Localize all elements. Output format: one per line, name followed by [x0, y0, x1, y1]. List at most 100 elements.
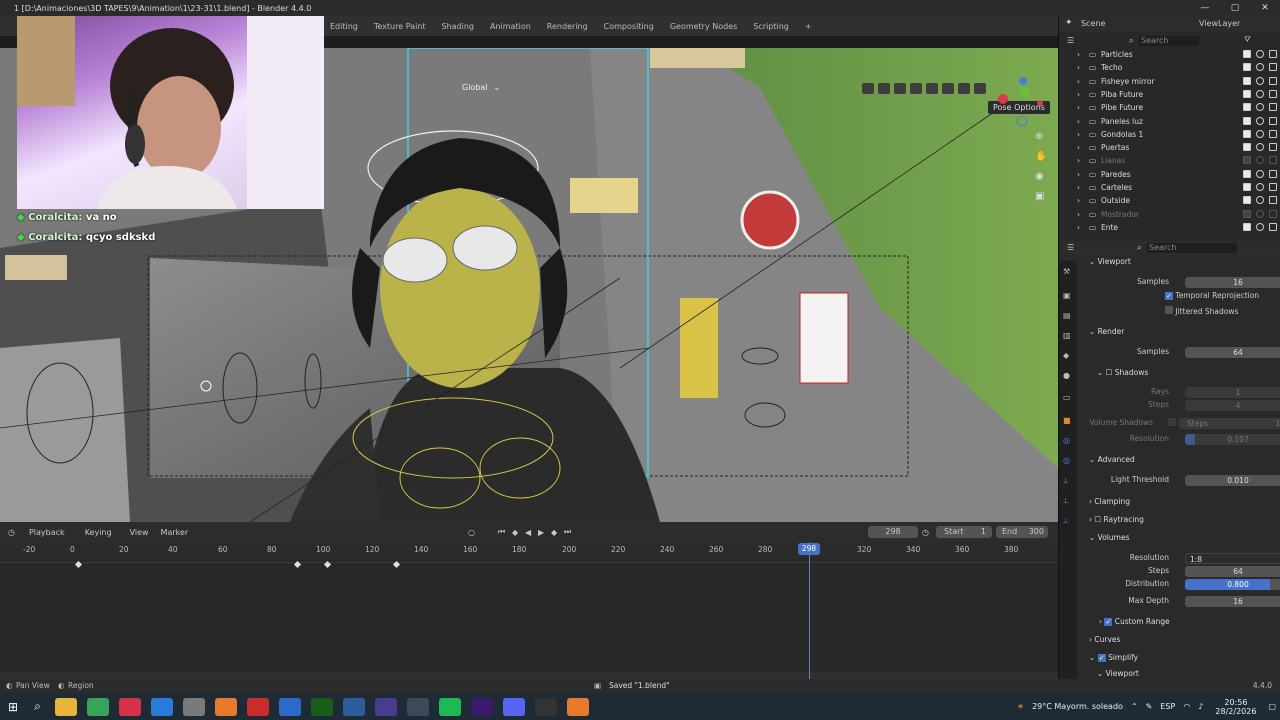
pen-icon[interactable]: ✎ — [1146, 702, 1153, 711]
solid-shading-icon[interactable] — [942, 83, 954, 94]
photos-icon[interactable] — [278, 697, 301, 716]
expand-arrow-icon[interactable]: › — [1077, 103, 1080, 112]
play-reverse-icon[interactable]: ◀ — [525, 528, 531, 537]
outliner-item[interactable]: › ▭ Pibe Future — [1059, 101, 1280, 114]
resolution-field[interactable]: 0.107 — [1185, 434, 1280, 445]
vscode-icon[interactable] — [342, 697, 365, 716]
start-frame-field[interactable]: Start 1 — [936, 526, 992, 538]
wifi-icon[interactable]: ◠ — [1183, 702, 1190, 711]
eye-icon[interactable] — [1256, 222, 1264, 231]
outliner-item[interactable]: › ▭ Paredes — [1059, 168, 1280, 181]
volumes-section-header[interactable]: ⌄ Volumes — [1089, 533, 1129, 542]
play-icon[interactable]: ▶ — [538, 528, 544, 537]
filter-icon[interactable]: ⛛ — [1244, 35, 1251, 45]
checkbox-checked-icon[interactable] — [1243, 129, 1251, 138]
viewport-samples-field[interactable]: 16 — [1185, 277, 1280, 288]
close-icon[interactable]: ✕ — [1250, 0, 1280, 16]
material-shading-icon[interactable] — [958, 83, 970, 94]
simplify-section-header[interactable]: ⌄ ✓ Simplify — [1089, 653, 1138, 662]
file-explorer-icon[interactable] — [54, 697, 77, 716]
max-depth-field[interactable]: 16 — [1185, 596, 1280, 607]
expand-arrow-icon[interactable]: › — [1077, 50, 1080, 59]
marker-menu[interactable]: Marker — [161, 528, 189, 537]
checkbox-checked-icon[interactable] — [1243, 183, 1251, 191]
expand-arrow-icon[interactable]: › — [1077, 63, 1080, 72]
outliner-item[interactable]: › ▭ Puertas — [1059, 141, 1280, 154]
minimize-icon[interactable]: — — [1190, 0, 1220, 16]
render-icon[interactable]: ▣ — [1063, 291, 1073, 301]
checkbox-checked-icon[interactable] — [1243, 50, 1251, 58]
outliner-item[interactable]: › ▭ Outside — [1059, 194, 1280, 207]
end-frame-field[interactable]: End 300 — [996, 526, 1048, 538]
gizmo-icon[interactable] — [878, 83, 890, 94]
search-icon[interactable]: ⌕ — [34, 699, 41, 714]
camera-icon[interactable] — [1269, 222, 1277, 231]
expand-arrow-icon[interactable]: › — [1077, 117, 1080, 126]
scene-icon[interactable]: ◆ — [1063, 351, 1073, 361]
eye-icon[interactable] — [1256, 143, 1264, 152]
world-icon[interactable]: ● — [1063, 371, 1073, 381]
jittered-shadows-checkbox[interactable]: Jittered Shadows — [1165, 306, 1280, 316]
jump-end-icon[interactable]: ⏭ — [564, 527, 571, 537]
lock-icon[interactable]: ▣ — [1035, 191, 1044, 202]
data-icon[interactable]: ⟂ — [1063, 496, 1073, 506]
outliner-item[interactable]: › ▭ Fisheye mirror — [1059, 75, 1280, 88]
scene-selector[interactable]: Scene — [1081, 19, 1105, 28]
eye-icon[interactable] — [1256, 183, 1264, 191]
checkbox-checked-icon[interactable] — [1243, 209, 1251, 218]
checkbox-checked-icon[interactable] — [1243, 222, 1251, 231]
camera-icon[interactable] — [1269, 209, 1277, 218]
outliner-item[interactable]: › ▭ Paneles luz — [1059, 115, 1280, 128]
outliner-item[interactable]: › ▭ Ente — [1059, 221, 1280, 234]
expand-arrow-icon[interactable]: › — [1077, 77, 1080, 86]
opera-icon[interactable] — [118, 697, 141, 716]
tool-icon[interactable]: ⚒ — [1063, 267, 1073, 277]
camera-icon[interactable] — [1269, 143, 1277, 152]
expand-arrow-icon[interactable]: › — [1077, 210, 1080, 219]
davinci-icon[interactable] — [406, 697, 429, 716]
view-layer-icon[interactable]: ▥ — [1063, 331, 1073, 341]
expand-arrow-icon[interactable]: › — [1077, 156, 1080, 165]
checkbox-checked-icon[interactable] — [1243, 116, 1251, 125]
keying-menu[interactable]: Keying — [85, 528, 112, 537]
outliner-item[interactable]: › ▭ Lianas — [1059, 154, 1280, 167]
keyframe-area[interactable] — [0, 558, 1058, 672]
curves-section-header[interactable]: › Curves — [1089, 635, 1120, 644]
checkbox-checked-icon[interactable] — [1243, 143, 1251, 152]
tab-shading[interactable]: Shading — [434, 22, 483, 31]
pan-hand-icon[interactable]: ✋ — [1035, 149, 1045, 162]
collection-icon[interactable]: ▭ — [1063, 393, 1073, 403]
tab-rendering[interactable]: Rendering — [539, 22, 596, 31]
outliner-item[interactable]: › ▭ Mostrador — [1059, 208, 1280, 221]
weather-text[interactable]: 29°C Mayorm. soleado — [1032, 702, 1123, 711]
eye-icon[interactable] — [1256, 156, 1264, 165]
checkbox-checked-icon[interactable] — [1243, 169, 1251, 178]
chevron-up-icon[interactable]: ⌃ — [1131, 702, 1138, 711]
eye-icon[interactable] — [1256, 50, 1264, 58]
xray-icon[interactable] — [910, 83, 922, 94]
playhead-frame-badge[interactable]: 298 — [798, 543, 820, 555]
eye-icon[interactable] — [1256, 76, 1264, 85]
camera-icon[interactable] — [1269, 129, 1277, 138]
clock[interactable]: 20:56 28/2/2026 — [1211, 698, 1260, 716]
discord-icon[interactable] — [502, 697, 525, 716]
edge-icon[interactable] — [150, 697, 173, 716]
after-effects-icon[interactable] — [470, 697, 493, 716]
render-samples-field[interactable]: 64 — [1185, 347, 1280, 358]
expand-arrow-icon[interactable]: › — [1077, 170, 1080, 179]
eye-icon[interactable] — [1256, 209, 1264, 218]
volume-icon[interactable]: ♪ — [1198, 702, 1203, 711]
camera-icon[interactable] — [1269, 50, 1277, 58]
camera-icon[interactable] — [1269, 116, 1277, 125]
temporal-reprojection-checkbox[interactable]: ✓ Temporal Reprojection — [1165, 291, 1280, 300]
camera-icon[interactable] — [1269, 89, 1277, 98]
clamping-section-header[interactable]: › Clamping — [1089, 497, 1130, 506]
outliner-mode-icon[interactable]: ☰ — [1067, 36, 1074, 45]
checkbox-checked-icon[interactable] — [1243, 156, 1251, 165]
rendered-shading-icon[interactable] — [974, 83, 986, 94]
tab-texture-paint[interactable]: Texture Paint — [366, 22, 434, 31]
video-editor-icon[interactable] — [246, 697, 269, 716]
checkbox-checked-icon[interactable] — [1243, 63, 1251, 72]
checkbox-checked-icon[interactable] — [1243, 103, 1251, 112]
camera-icon[interactable] — [1269, 76, 1277, 85]
